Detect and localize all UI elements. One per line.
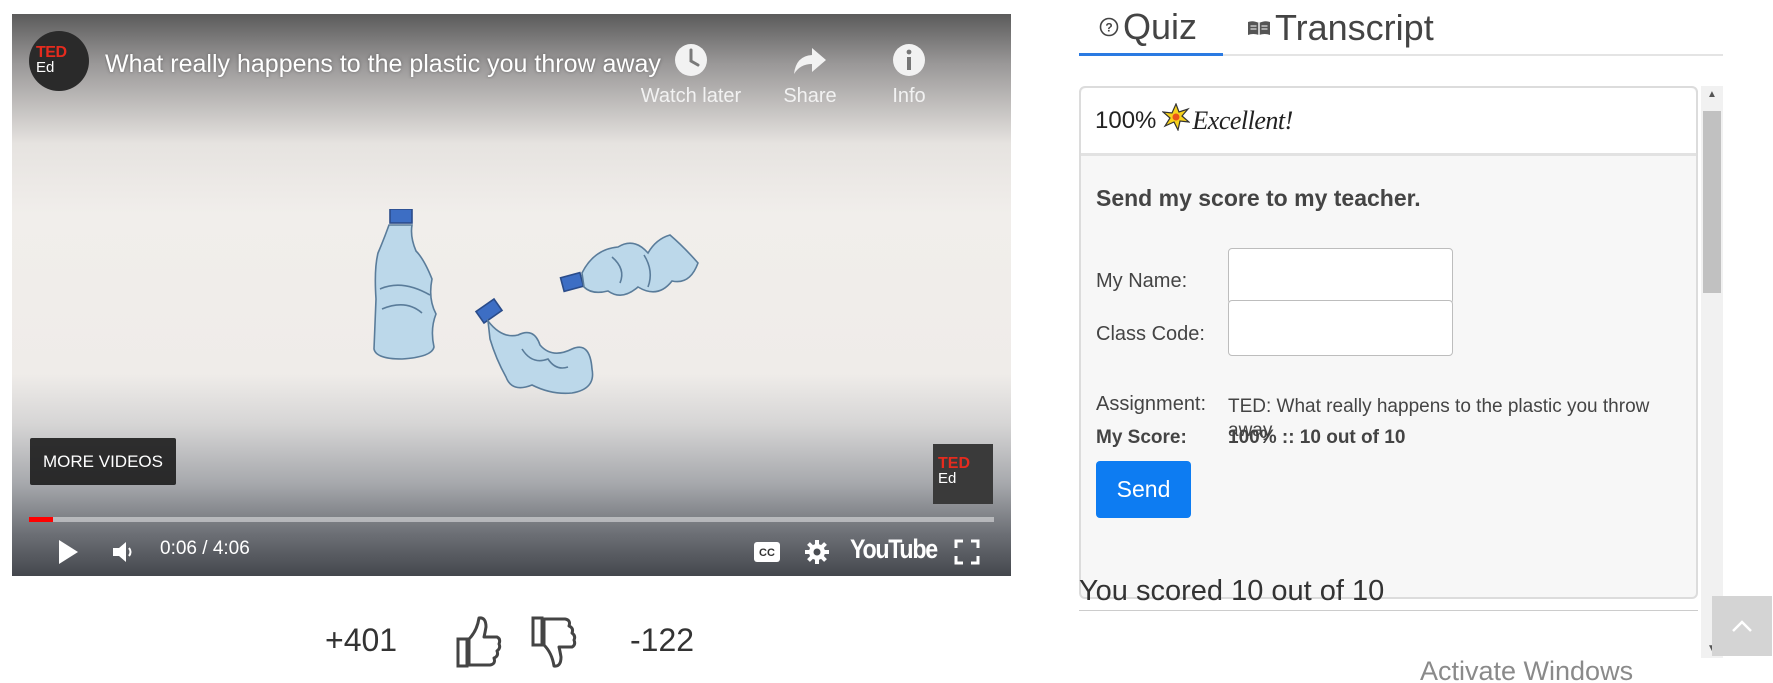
fullscreen-button[interactable] (947, 532, 987, 572)
watch-later-button[interactable]: Watch later (636, 42, 746, 108)
channel-logo[interactable]: TED Ed (29, 31, 89, 91)
score-header: 100% Excellent! (1081, 88, 1696, 156)
volume-icon (113, 542, 132, 562)
downvote-count: -122 (630, 622, 695, 658)
name-input[interactable] (1228, 248, 1453, 304)
score-rating: Excellent! (1192, 105, 1293, 135)
progress-played (29, 517, 54, 522)
play-icon (59, 540, 78, 564)
score-card: 100% Excellent! Send my score to my teac… (1079, 86, 1698, 599)
info-label: Info (892, 85, 926, 107)
class-code-input[interactable] (1228, 300, 1453, 356)
share-arrow-icon (755, 42, 865, 82)
ted-ed-watermark[interactable]: TED Ed (933, 444, 993, 504)
scrollbar-thumb[interactable] (1703, 111, 1721, 293)
share-button[interactable]: Share (755, 42, 865, 108)
tab-quiz[interactable]: ? Quiz (1079, 0, 1223, 56)
my-score-value: 100% :: 10 out of 10 (1228, 427, 1406, 448)
more-videos-button[interactable]: MORE VIDEOS (30, 438, 176, 485)
chevron-up-icon (1732, 620, 1752, 632)
watch-later-label: Watch later (640, 85, 742, 107)
panel-tabs: ? Quiz Transcript (1079, 0, 1723, 56)
star-burst-icon (1161, 102, 1192, 138)
class-code-label: Class Code: (1096, 323, 1205, 345)
question-circle-icon: ? (1099, 17, 1119, 43)
scroll-up-arrow-icon[interactable]: ▲ (1701, 86, 1723, 104)
upvote-count: +401 (325, 622, 398, 658)
share-label: Share (783, 85, 837, 107)
cc-icon: CC (754, 542, 780, 562)
tab-quiz-label: Quiz (1123, 5, 1198, 47)
send-button[interactable]: Send (1096, 461, 1191, 518)
channel-logo-ed: Ed (36, 59, 55, 76)
activate-windows-watermark: Activate Windows (1420, 656, 1634, 683)
captions-button[interactable]: CC (747, 532, 787, 572)
watermark-ed: Ed (938, 470, 957, 487)
thumbs-up-button[interactable] (455, 615, 503, 674)
svg-text:CC: CC (759, 547, 775, 559)
info-icon (869, 42, 949, 82)
assignment-label: Assignment: (1096, 393, 1207, 415)
settings-button[interactable] (797, 532, 837, 572)
progress-bar[interactable] (29, 517, 994, 522)
score-percent: 100% (1095, 106, 1157, 134)
tab-transcript-label: Transcript (1275, 7, 1434, 48)
fullscreen-icon (954, 539, 980, 565)
thumbs-down-icon (531, 616, 577, 668)
thumbs-up-icon (456, 616, 502, 668)
gear-icon (805, 540, 829, 564)
my-score-label: My Score: (1096, 427, 1187, 448)
time-display: 0:06 / 4:06 (160, 538, 250, 559)
video-title[interactable]: What really happens to the plastic you t… (105, 50, 685, 79)
play-button[interactable] (48, 532, 88, 572)
back-to-top-button[interactable] (1712, 596, 1772, 656)
clock-icon (636, 42, 746, 82)
svg-text:?: ? (1105, 20, 1112, 34)
video-player[interactable]: TED Ed What really happens to the plasti… (12, 14, 1011, 576)
youtube-logo[interactable]: YouTube (850, 534, 938, 565)
name-label: My Name: (1096, 270, 1188, 292)
tab-transcript[interactable]: Transcript (1247, 0, 1467, 56)
panel-scrollbar[interactable]: ▲ ▼ (1701, 86, 1723, 658)
crushed-bottles-illustration (373, 209, 699, 395)
send-score-title: Send my score to my teacher. (1096, 185, 1421, 211)
book-icon (1247, 19, 1271, 43)
quiz-panel[interactable]: 100% Excellent! Send my score to my teac… (1079, 86, 1723, 658)
thumbs-down-button[interactable] (530, 615, 578, 674)
scored-summary: You scored 10 out of 10 (1079, 575, 1698, 611)
mute-button[interactable] (104, 532, 144, 572)
info-button[interactable]: Info (869, 42, 949, 108)
